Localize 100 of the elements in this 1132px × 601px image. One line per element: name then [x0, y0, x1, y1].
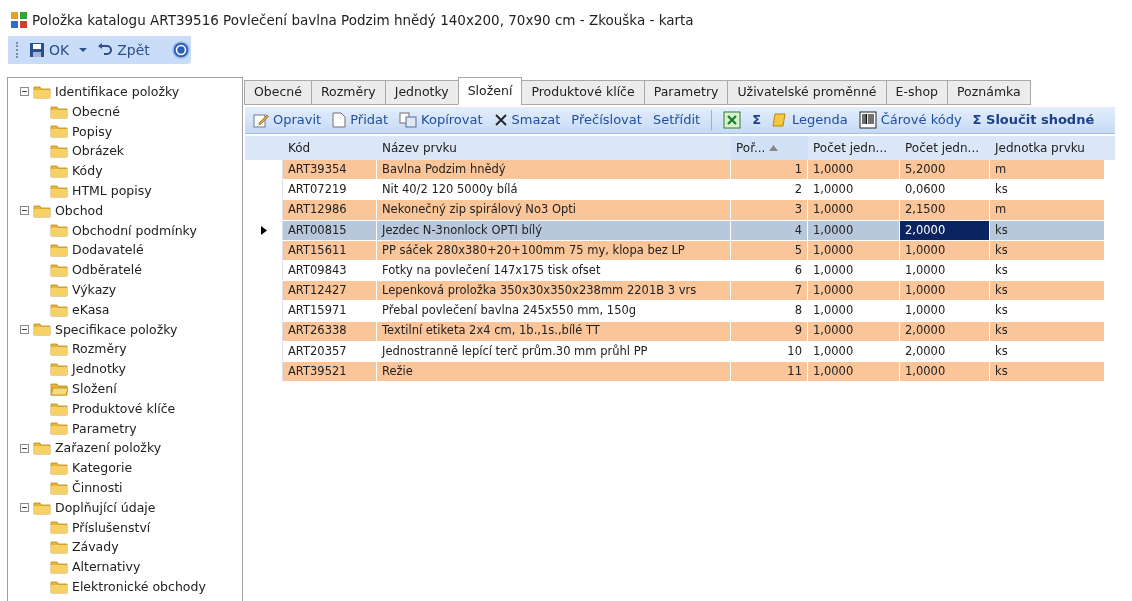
collapse-icon[interactable]	[20, 443, 29, 453]
tree-label: Doplňující údaje	[55, 498, 156, 517]
tree-item[interactable]: Odběratelé	[20, 260, 242, 280]
toolbar-button[interactable]: Kopírovat	[395, 109, 487, 131]
toolbar-button[interactable]: Σ Sloučit shodné	[968, 109, 1099, 131]
toolbar-button[interactable]: Přidat	[328, 109, 393, 131]
tree-label: Zařazení položky	[55, 439, 162, 458]
tree-label: Obrázek	[72, 142, 125, 161]
table-cell: 2,0000	[900, 321, 990, 341]
collapse-icon[interactable]	[20, 324, 29, 334]
toolbar-button[interactable]: Zpět	[94, 39, 153, 61]
toolbar-button[interactable]: Legenda	[768, 109, 852, 131]
tree-label: Obchod	[55, 201, 104, 220]
tree-item[interactable]: Složení	[20, 378, 242, 399]
tab[interactable]: E-shop	[885, 80, 948, 105]
tree-item[interactable]: Obchod	[20, 200, 242, 221]
tab[interactable]: Složení	[457, 77, 523, 105]
tab[interactable]: Poznámka	[947, 80, 1031, 105]
tree-label: Alternativy	[72, 558, 141, 577]
toolbar-button[interactable]: Přečíslovat	[567, 109, 646, 131]
tree-item[interactable]: Obecné	[20, 101, 242, 122]
table-cell: ks	[990, 301, 1105, 321]
tree-item[interactable]: Alternativy	[20, 557, 242, 577]
table-row[interactable]: ART39521 Režie 11 1,0000 1,0000 ks	[245, 361, 1105, 383]
collapse-icon[interactable]	[20, 87, 29, 97]
table-row[interactable]: ART15611 PP sáček 280x380+20+100mm 75 my, klopa bez LP 5 1,0000 1,0000 ks	[245, 240, 1105, 261]
tree-item[interactable]: Produktové klíče	[20, 398, 242, 419]
sort-icon	[769, 145, 779, 151]
tree-label: Složení	[72, 379, 117, 398]
column-header[interactable]: Jednotka prvku	[990, 136, 1105, 160]
tree-item[interactable]: Výkazy	[20, 279, 242, 300]
caret-icon	[79, 47, 88, 53]
tree-item[interactable]: Specifikace položky	[20, 319, 242, 340]
toolbar-button[interactable]: Σ	[748, 109, 766, 131]
tree-label: Příslušenství	[72, 518, 151, 537]
table-cell: 1,0000	[808, 240, 900, 260]
table-cell: ART39521	[283, 361, 377, 382]
tree-item[interactable]: Činnosti	[20, 477, 242, 498]
tree-label: eKasa	[72, 300, 110, 319]
table-cell: 8	[731, 301, 808, 321]
table-cell: 4	[731, 220, 808, 240]
column-header[interactable]: Počet jedn...	[900, 136, 990, 160]
table-cell: 0,0600	[900, 180, 990, 200]
table-cell: Textilní etiketa 2x4 cm, 1b.,1s.,bílé TT	[377, 321, 731, 341]
table-cell: PP sáček 280x380+20+100mm 75 my, klopa bez LP	[377, 240, 731, 260]
column-header[interactable]: Poř...	[731, 136, 808, 160]
table-cell: 1,0000	[900, 260, 990, 281]
table-row[interactable]: ART12986 Nekonečný zip spirálový No3 Opti 3 1,0000 2,1500 m	[245, 200, 1105, 221]
tree-item[interactable]: HTML popisy	[20, 181, 242, 201]
tab[interactable]: Uživatelské proměnné	[727, 80, 887, 105]
tab[interactable]: Obecné	[244, 80, 312, 105]
tree-item[interactable]: Obchodní podmínky	[20, 220, 242, 241]
table-row[interactable]: ART00815 Jezdec N-3nonlock OPTI bílý 4 1,0000 2,0000 ks	[245, 220, 1105, 241]
collapse-icon[interactable]	[20, 503, 29, 513]
tab[interactable]: Jednotky	[384, 80, 459, 105]
tree-item[interactable]: Rozměry	[20, 339, 242, 360]
tree-label: Parametry	[72, 419, 137, 438]
tree-item[interactable]: Parametry	[20, 418, 242, 439]
toolbar-button[interactable]: OK	[26, 39, 73, 61]
table-row[interactable]: ART12427 Lepenková proložka 350x30x350x238mm 2201B 3 vrs 7 1,0000 1,0000 ks	[245, 281, 1105, 302]
table-cell: 5,2000	[900, 160, 990, 180]
table-cell: 11	[731, 361, 808, 382]
table-row[interactable]: ART39354 Bavlna Podzim hnědý 1 1,0000 5,2000 m	[245, 160, 1105, 181]
table-cell: ART00815	[283, 220, 377, 240]
tree-label: Kódy	[72, 162, 103, 181]
tab[interactable]: Parametry	[643, 80, 729, 105]
table-cell: 1,0000	[808, 301, 900, 321]
table-cell: ks	[990, 361, 1105, 382]
spreadsheet-icon	[723, 111, 742, 129]
tree-item[interactable]: Obrázek	[20, 141, 242, 162]
column-header[interactable]: Kód	[283, 136, 377, 160]
tree-item[interactable]: Dodavatelé	[20, 240, 242, 261]
tree-item[interactable]: Jednotky	[20, 359, 242, 379]
tree-item[interactable]: Kategorie	[20, 458, 242, 478]
pencil-icon	[253, 112, 269, 128]
tree-item[interactable]: Závady	[20, 537, 242, 558]
table-cell: 1,0000	[900, 301, 990, 321]
table-cell: Fotky na povlečení 147x175 tisk ofset	[377, 260, 731, 281]
toolbar-button[interactable]: Čárové kódy	[854, 109, 966, 131]
tab[interactable]: Produktové klíče	[521, 80, 645, 105]
toolbar-button[interactable]: Opravit	[249, 109, 326, 131]
table-row[interactable]: ART26338 Textilní etiketa 2x4 cm, 1b.,1s.,bílé TT 9 1,0000 2,0000 ks	[245, 321, 1105, 342]
tree-item[interactable]: Příslušenství	[20, 517, 242, 538]
tree-item[interactable]: Popisy	[20, 121, 242, 142]
tree-item[interactable]: eKasa	[20, 299, 242, 320]
column-header[interactable]: Počet jedn...	[808, 136, 900, 160]
tree-item[interactable]: Elektronické obchody	[20, 576, 242, 597]
table-cell: ART09843	[283, 260, 377, 281]
tree-item[interactable]: Doplňující údaje	[20, 497, 242, 518]
collapse-icon[interactable]	[20, 206, 29, 216]
toolbar-button[interactable]: Smazat	[489, 109, 565, 131]
table-cell: m	[990, 160, 1105, 180]
table-cell: 2,1500	[900, 200, 990, 220]
toolbar-button[interactable]: Setřídit	[648, 109, 705, 131]
tree-item[interactable]: Kódy	[20, 161, 242, 181]
tree-item[interactable]: Identifikace položky	[20, 82, 242, 102]
table-cell: ART15971	[283, 301, 377, 321]
tab[interactable]: Rozměry	[310, 80, 386, 105]
tree-item[interactable]: Zařazení položky	[20, 438, 242, 459]
column-header[interactable]: Název prvku	[377, 136, 731, 160]
